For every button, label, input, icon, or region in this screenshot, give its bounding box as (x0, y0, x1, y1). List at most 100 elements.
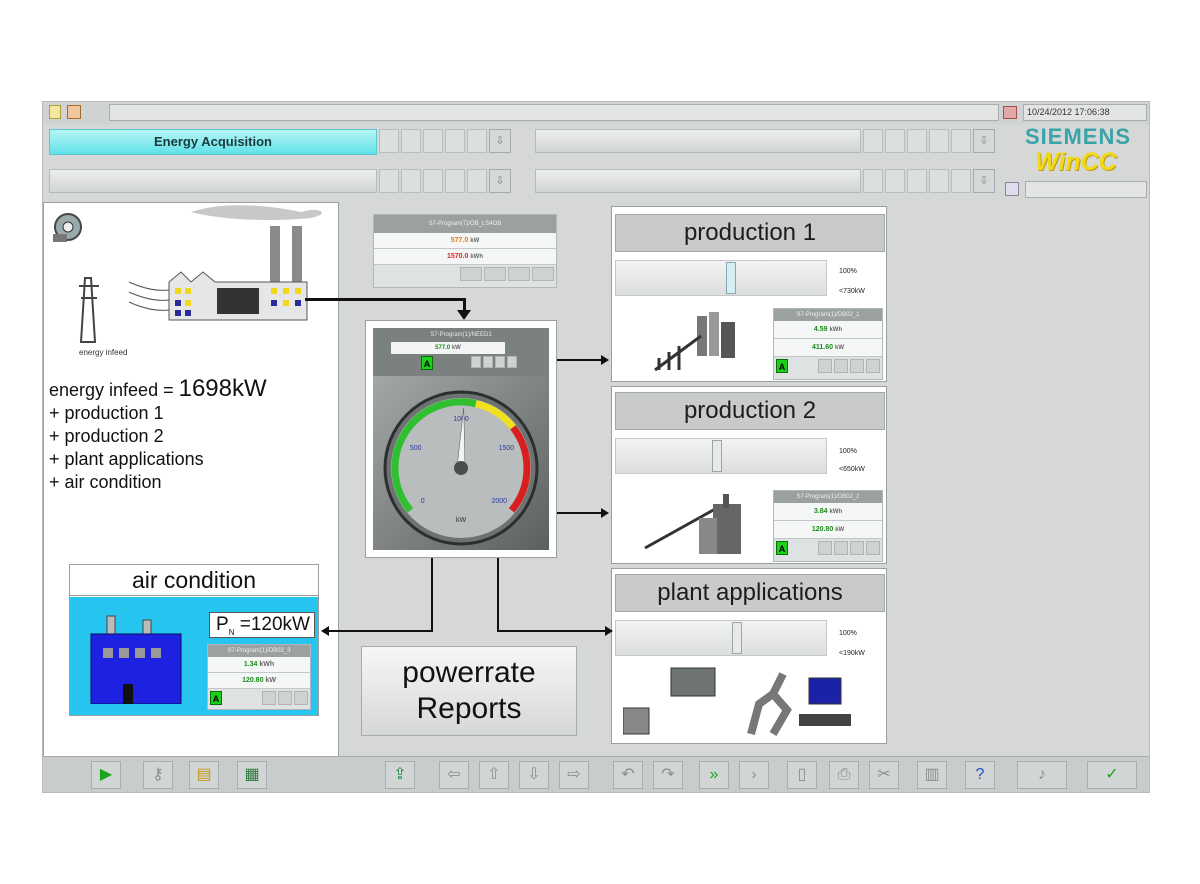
production1-slider[interactable] (615, 260, 827, 296)
print-icon[interactable]: ⎙ (829, 761, 859, 789)
tab-energy-acquisition[interactable]: Energy Acquisition (49, 129, 377, 155)
infeed-label: energy infeed = (49, 380, 174, 400)
arrow-down-icon[interactable]: ⇩ (489, 169, 511, 193)
nav-button[interactable] (467, 129, 487, 153)
page-icon[interactable]: ▯ (787, 761, 817, 789)
gauge-button[interactable] (495, 356, 505, 368)
arrow-up-icon[interactable]: ⇧ (479, 761, 509, 789)
power-gauge: 0 500 1000 1500 2000 kW (383, 390, 539, 546)
meter-button[interactable] (484, 267, 506, 281)
arrow-down-icon[interactable]: ⇩ (519, 761, 549, 789)
alarm-icon[interactable] (67, 105, 81, 119)
nav-button[interactable] (379, 129, 399, 153)
nav-button[interactable] (863, 169, 883, 193)
nav-field[interactable] (535, 129, 861, 153)
gauge-button[interactable] (483, 356, 493, 368)
calc-icon[interactable]: ▥ (917, 761, 947, 789)
arrow-right-icon (601, 355, 609, 365)
meter-button[interactable] (866, 541, 880, 555)
infeed-meter: S7-Program(7)/OB_LS4OB 577.0 kW 1570.0 k… (373, 214, 557, 288)
building-icon (90, 615, 182, 704)
nav-button[interactable] (445, 129, 465, 153)
meter-title: S7-Program(1)/DB02_2 (774, 491, 882, 503)
arrow-right-icon[interactable]: ⇨ (559, 761, 589, 789)
redo-icon[interactable]: ↷ (653, 761, 683, 789)
arrow-down-icon[interactable]: ⇩ (973, 169, 995, 193)
meter-button[interactable] (460, 267, 482, 281)
report-icon[interactable]: ▦ (237, 761, 267, 789)
nav-button[interactable] (863, 129, 883, 153)
brand-wincc: WinCC (1035, 148, 1117, 176)
meter-button[interactable] (850, 541, 864, 555)
ok-icon[interactable]: ✓ (1087, 761, 1137, 789)
export-icon[interactable]: ⇪ (385, 761, 415, 789)
nav-button[interactable] (379, 169, 399, 193)
nav-button[interactable] (885, 129, 905, 153)
meter-buttons: A (774, 539, 882, 557)
nav-button[interactable] (445, 169, 465, 193)
slider-thumb[interactable] (731, 622, 742, 654)
meter-row: 120.80 kW (208, 673, 310, 689)
folder-icon[interactable]: ▤ (189, 761, 219, 789)
pn-sub: N (228, 627, 235, 637)
meter-button[interactable] (850, 359, 864, 373)
slider-thumb[interactable] (725, 262, 736, 294)
nav-button[interactable] (951, 129, 971, 153)
production2-title: production 2 (615, 392, 885, 430)
meter-button[interactable] (278, 691, 292, 705)
meter-title: S7-Program(1)/DB02_3 (208, 645, 310, 657)
cut-icon[interactable]: ✂ (869, 761, 899, 789)
nav-button[interactable] (929, 169, 949, 193)
play-icon[interactable]: ▶ (91, 761, 121, 789)
brand-siemens: SIEMENS (1025, 124, 1132, 149)
meter-row: 3.84 kWh (774, 503, 882, 521)
sound-icon[interactable]: ♪ (1017, 761, 1067, 789)
meter-button[interactable] (818, 541, 832, 555)
meter-row: 1.34 kWh (208, 657, 310, 673)
help-icon[interactable]: ? (965, 761, 995, 789)
arrow-down-icon[interactable]: ⇩ (973, 129, 995, 153)
nav-field[interactable] (535, 169, 861, 193)
meter-button[interactable] (508, 267, 530, 281)
infeed-summary: energy infeed = 1698kW (49, 377, 267, 402)
forward-icon[interactable]: » (699, 761, 729, 789)
tab-row-2b-buttons: ⇩ (863, 169, 995, 193)
nav-button[interactable] (467, 169, 487, 193)
meter-button[interactable] (834, 541, 848, 555)
plant-slider[interactable] (615, 620, 827, 656)
meter-button[interactable] (262, 691, 276, 705)
meter-button[interactable] (834, 359, 848, 373)
nav-button[interactable] (929, 129, 949, 153)
key-icon[interactable]: ⚷ (143, 761, 173, 789)
arrow-down-icon[interactable]: ⇩ (489, 129, 511, 153)
meter-button[interactable] (294, 691, 308, 705)
slider-percent: 100% (839, 448, 857, 455)
undo-icon[interactable]: ↶ (613, 761, 643, 789)
list-item: + production 2 (49, 426, 164, 446)
gauge-display-unit: kW (451, 345, 461, 351)
powerrate-reports-button[interactable]: powerrate Reports (361, 646, 577, 736)
next-icon[interactable]: › (739, 761, 769, 789)
meter-value: 120.80 (811, 526, 834, 533)
user-field (1025, 181, 1147, 198)
gauge-button[interactable] (471, 356, 481, 368)
folder-icon[interactable] (49, 105, 61, 119)
meter-row: 1570.0 kWh (374, 249, 556, 265)
nav-button[interactable] (401, 129, 421, 153)
nav-field[interactable] (49, 169, 377, 193)
meter-button[interactable] (532, 267, 554, 281)
arrow-left-icon[interactable]: ⇦ (439, 761, 469, 789)
infeed-value: 1698kW (178, 375, 267, 402)
meter-button[interactable] (818, 359, 832, 373)
nav-button[interactable] (401, 169, 421, 193)
nav-button[interactable] (907, 169, 927, 193)
nav-button[interactable] (423, 129, 443, 153)
slider-thumb[interactable] (712, 440, 723, 472)
gauge-button[interactable] (507, 356, 517, 368)
nav-button[interactable] (951, 169, 971, 193)
nav-button[interactable] (885, 169, 905, 193)
nav-button[interactable] (907, 129, 927, 153)
user-icon[interactable] (1005, 182, 1019, 196)
meter-button[interactable] (866, 359, 880, 373)
nav-button[interactable] (423, 169, 443, 193)
